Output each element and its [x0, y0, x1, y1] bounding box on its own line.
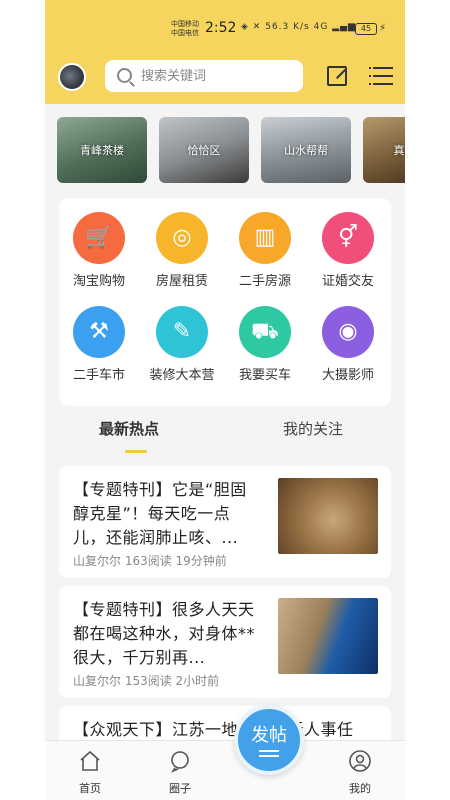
- category-label: 装修大本营: [149, 368, 215, 383]
- charging-icon: ⚡: [379, 23, 387, 34]
- coins-icon: ◎: [156, 212, 208, 264]
- gavel-icon: ⚒: [73, 306, 125, 358]
- nfc-icon: ◈: [241, 22, 249, 32]
- building-icon: ▥: [239, 212, 291, 264]
- app-screen: 中国移动 中国电信 2:52 ◈ ✕ 56.3 K/s 4G ▂▄▆ 45 ⚡: [45, 0, 405, 800]
- post-label: 发帖: [251, 725, 287, 746]
- net-speed: 56.3 K/s: [265, 22, 310, 32]
- post-button[interactable]: 发帖: [234, 705, 304, 775]
- status-time: 2:52: [205, 20, 237, 36]
- category-label: 二手车市: [72, 368, 125, 383]
- article-meta: 山复尔尔 163阅读 19分钟前: [73, 554, 227, 568]
- brush-icon: ✎: [156, 306, 208, 358]
- edit-icon[interactable]: [327, 66, 347, 86]
- category-dating[interactable]: ⚥ 证婚交友: [308, 198, 388, 289]
- category-label: 我要买车: [238, 368, 291, 383]
- tab-latest[interactable]: 最新热点: [99, 418, 159, 439]
- header-bar: 中国移动 中国电信 2:52 ◈ ✕ 56.3 K/s 4G ▂▄▆ 45 ⚡: [45, 0, 405, 104]
- nav-home[interactable]: 首页: [60, 749, 120, 796]
- nav-mine[interactable]: 我的: [330, 749, 390, 796]
- category-grid: 🛒 淘宝购物 ◎ 房屋租赁 ▥ 二手房源 ⚥ 证婚交友 ⚒ 二手车市 ✎ 装修大…: [59, 198, 391, 406]
- user-icon: [349, 750, 371, 772]
- search-box[interactable]: [105, 60, 303, 92]
- quick-link-label: 真人S: [393, 144, 406, 157]
- category-used-car[interactable]: ⚒ 二手车市: [59, 292, 139, 383]
- category-label: 淘宝购物: [72, 274, 125, 289]
- bottom-nav: 首页 圈子 我的: [45, 740, 405, 800]
- car-icon: ⛟: [239, 306, 291, 358]
- signal-icon: ▂▄▆: [332, 22, 356, 32]
- category-decoration[interactable]: ✎ 装修大本营: [142, 292, 222, 383]
- category-photographer[interactable]: ◉ 大摄影师: [308, 292, 388, 383]
- camera-icon: ◉: [322, 306, 374, 358]
- category-label: 房屋租赁: [155, 274, 208, 289]
- menu-icon[interactable]: [369, 66, 393, 86]
- category-label: 大摄影师: [321, 368, 374, 383]
- signal-label: 4G: [313, 22, 329, 32]
- mute-icon: ✕: [252, 22, 262, 32]
- quick-link-card[interactable]: 山水帮帮: [261, 117, 351, 183]
- nav-label: 我的: [349, 782, 371, 795]
- quick-link-label: 青峰茶楼: [80, 144, 124, 157]
- category-label: 证婚交友: [321, 274, 374, 289]
- chat-icon: [170, 751, 189, 773]
- feed-tabs: 最新热点 我的关注: [45, 406, 405, 460]
- article-meta: 山复尔尔 153阅读 2小时前: [73, 674, 220, 688]
- category-taobao[interactable]: 🛒 淘宝购物: [59, 198, 139, 289]
- quick-link-label: 恰恰区: [187, 144, 221, 157]
- quick-link-card[interactable]: 真人S: [363, 117, 405, 183]
- article-card[interactable]: 【专题特刊】很多人天天都在喝这种水，对身体**很大，千万别再... 山复尔尔 1…: [59, 586, 391, 698]
- quick-links-row: 青峰茶楼 恰恰区 山水帮帮 真人S: [57, 117, 405, 183]
- cart-icon: 🛒: [73, 212, 125, 264]
- battery-icon: 45: [355, 23, 377, 35]
- search-input[interactable]: [141, 60, 291, 92]
- tab-active-indicator: [125, 450, 147, 453]
- quick-link-card[interactable]: 恰恰区: [159, 117, 249, 183]
- article-thumbnail: [278, 478, 378, 554]
- quick-link-card[interactable]: 青峰茶楼: [57, 117, 147, 183]
- nav-label: 圈子: [169, 782, 191, 795]
- article-title: 【专题特刊】很多人天天都在喝这种水，对身体**很大，千万别再...: [73, 600, 256, 667]
- category-buy-car[interactable]: ⛟ 我要买车: [225, 292, 305, 383]
- gender-icon: ⚥: [322, 212, 374, 264]
- avatar[interactable]: [58, 63, 86, 91]
- tab-following[interactable]: 我的关注: [283, 418, 343, 439]
- status-icons: ◈ ✕ 56.3 K/s 4G ▂▄▆: [241, 22, 356, 32]
- category-house[interactable]: ▥ 二手房源: [225, 198, 305, 289]
- post-line-icon: [259, 750, 279, 752]
- search-icon: [117, 68, 132, 83]
- status-bar: 中国移动 中国电信 2:52 ◈ ✕ 56.3 K/s 4G ▂▄▆ 45 ⚡: [45, 18, 405, 42]
- post-line-icon: [259, 755, 279, 757]
- nav-label: 首页: [79, 782, 101, 795]
- nav-circle[interactable]: 圈子: [150, 749, 210, 796]
- article-thumbnail: [278, 598, 378, 674]
- article-card[interactable]: 【专题特刊】它是“胆固醇克星”！每天吃一点儿，还能润肺止咳、... 山复尔尔 1…: [59, 466, 391, 578]
- home-icon: [80, 750, 100, 771]
- article-title: 【众观天下】江苏一地发布最新人事任: [73, 720, 354, 739]
- quick-link-label: 山水帮帮: [284, 144, 328, 157]
- article-title: 【专题特刊】它是“胆固醇克星”！每天吃一点儿，还能润肺止咳、...: [73, 480, 247, 547]
- category-label: 二手房源: [238, 274, 291, 289]
- category-rent[interactable]: ◎ 房屋租赁: [142, 198, 222, 289]
